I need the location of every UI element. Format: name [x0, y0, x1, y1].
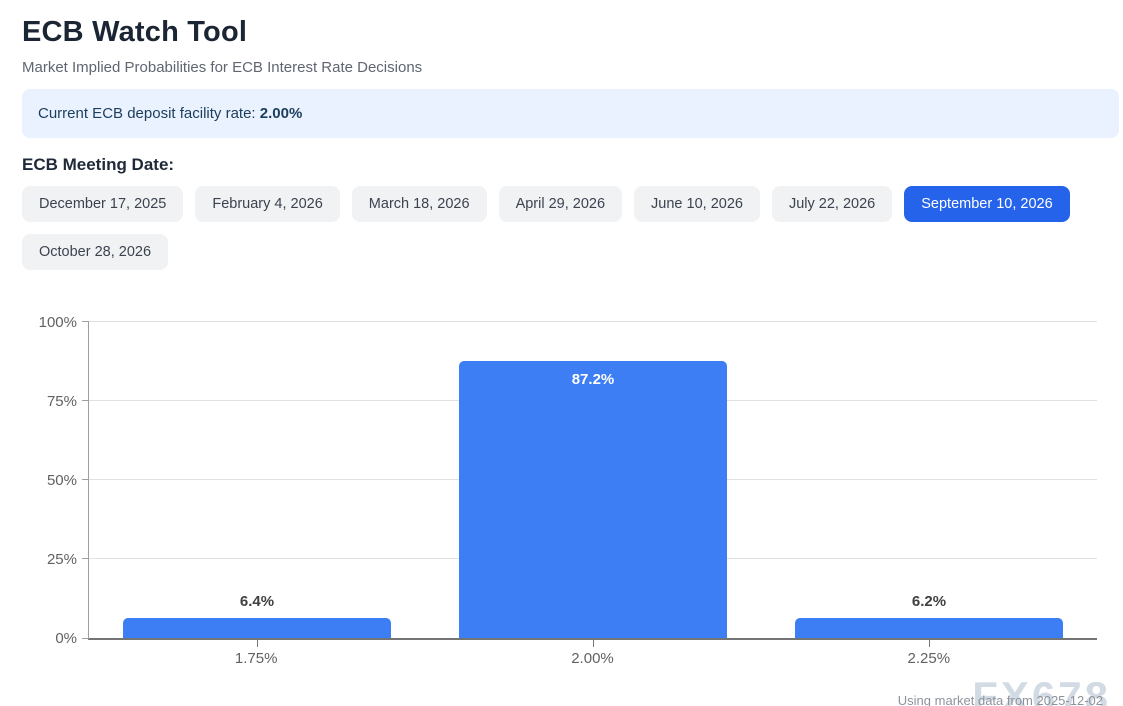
x-axis-label-2-00: 2.00%	[424, 650, 760, 667]
bar-column-2-25: 6.2%	[761, 322, 1097, 638]
chart-footer: FX678 Using market data from 2025-12-02	[22, 689, 1119, 706]
meeting-date-heading: ECB Meeting Date:	[22, 155, 1119, 175]
bar-column-2-00: 87.2%	[425, 322, 761, 638]
y-axis-label-100: 100%	[21, 314, 77, 331]
page-title: ECB Watch Tool	[22, 16, 1119, 49]
data-date-note: Using market data from 2025-12-02	[898, 693, 1103, 706]
plot-area: 0% 25% 50% 75% 100% 6.4% 87.2% 6.2%	[88, 322, 1097, 640]
meeting-date-button-apr29-2026[interactable]: April 29, 2026	[499, 186, 622, 222]
y-axis-tick-mark	[82, 638, 89, 639]
bar-2-25-percent[interactable]	[795, 618, 1064, 638]
meeting-date-button-dec17-2025[interactable]: December 17, 2025	[22, 186, 183, 222]
page-subtitle: Market Implied Probabilities for ECB Int…	[22, 59, 1119, 76]
meeting-date-button-sep10-2026-active[interactable]: September 10, 2026	[904, 186, 1069, 222]
bar-2-00-percent[interactable]	[459, 361, 728, 638]
x-axis-tick-mark	[593, 640, 594, 647]
current-rate-banner: Current ECB deposit facility rate: 2.00%	[22, 89, 1119, 138]
current-rate-label: Current ECB deposit facility rate:	[38, 105, 256, 122]
y-axis-label-50: 50%	[21, 472, 77, 489]
y-axis-label-0: 0%	[21, 630, 77, 647]
meeting-date-button-jun10-2026[interactable]: June 10, 2026	[634, 186, 760, 222]
y-axis-label-25: 25%	[21, 551, 77, 568]
bar-series: 6.4% 87.2% 6.2%	[89, 322, 1097, 638]
x-axis-labels: 1.75% 2.00% 2.25%	[88, 650, 1097, 667]
meeting-date-button-oct28-2026[interactable]: October 28, 2026	[22, 234, 168, 270]
current-rate-value: 2.00%	[260, 105, 303, 122]
y-axis-tick-mark	[82, 400, 89, 401]
meeting-date-button-feb4-2026[interactable]: February 4, 2026	[195, 186, 339, 222]
bar-value-label-1-75: 6.4%	[89, 593, 425, 610]
y-axis-tick-mark	[82, 558, 89, 559]
meeting-date-button-mar18-2026[interactable]: March 18, 2026	[352, 186, 487, 222]
x-axis-tick-mark	[929, 640, 930, 647]
meeting-date-button-jul22-2026[interactable]: July 22, 2026	[772, 186, 892, 222]
meeting-date-list: December 17, 2025 February 4, 2026 March…	[22, 186, 1102, 270]
y-axis-label-75: 75%	[21, 393, 77, 410]
bar-column-1-75: 6.4%	[89, 322, 425, 638]
x-axis-label-1-75: 1.75%	[88, 650, 424, 667]
y-axis-tick-mark	[82, 479, 89, 480]
x-axis-tick-mark	[257, 640, 258, 647]
bar-value-label-2-25: 6.2%	[761, 593, 1097, 610]
y-axis-tick-mark	[82, 321, 89, 322]
x-axis-label-2-25: 2.25%	[761, 650, 1097, 667]
bar-1-75-percent[interactable]	[123, 618, 392, 638]
probability-chart: 0% 25% 50% 75% 100% 6.4% 87.2% 6.2% 1.75…	[22, 322, 1119, 667]
